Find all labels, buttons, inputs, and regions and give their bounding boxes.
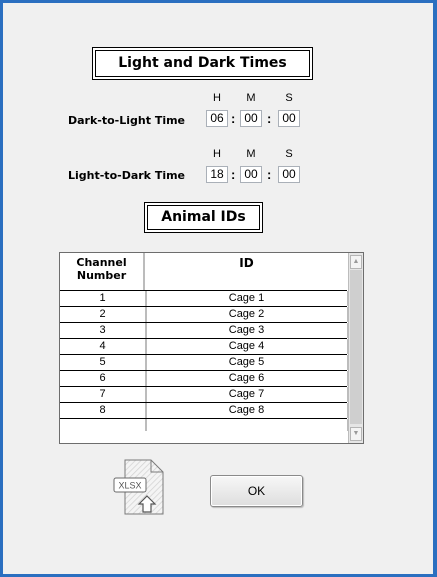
channel-number-cell: 1 <box>60 291 147 306</box>
table-row: 1 Cage 1 <box>60 291 348 307</box>
table-row: 2 Cage 2 <box>60 307 348 323</box>
table-row: 7 Cage 7 <box>60 387 348 403</box>
scroll-thumb[interactable] <box>350 270 362 424</box>
seconds-unit-label: S <box>285 92 293 104</box>
table-row-empty <box>60 419 348 431</box>
xlsx-import-button[interactable]: XLSX <box>111 456 171 518</box>
animal-id-cell[interactable]: Cage 1 <box>146 291 348 306</box>
channel-number-header: Channel Number <box>60 253 145 290</box>
animal-ids-table[interactable]: Channel Number ID 1 Cage 1 2 Cage 2 3 Ca… <box>59 252 364 444</box>
dark-to-light-seconds-field[interactable]: 00 <box>278 110 300 127</box>
animal-id-cell[interactable]: Cage 5 <box>146 355 348 370</box>
hours-unit-label: H <box>213 92 221 104</box>
light-dark-times-title: Light and Dark Times <box>92 47 313 80</box>
table-body: 1 Cage 1 2 Cage 2 3 Cage 3 4 Cage 4 5 Ca… <box>60 291 348 431</box>
animal-id-cell[interactable]: Cage 8 <box>146 403 348 418</box>
light-to-dark-label: Light-to-Dark Time <box>68 169 186 182</box>
dark-to-light-hours-field[interactable]: 06 <box>206 110 228 127</box>
channel-header-line2: Number <box>76 269 127 282</box>
time-separator: : <box>267 167 272 182</box>
table-row: 5 Cage 5 <box>60 355 348 371</box>
animal-id-cell[interactable]: Cage 4 <box>146 339 348 354</box>
channel-number-cell: 7 <box>60 387 147 402</box>
animal-id-cell[interactable]: Cage 2 <box>146 307 348 322</box>
xlsx-label: XLSX <box>118 481 141 491</box>
animal-ids-title: Animal IDs <box>144 202 263 233</box>
table-row: 6 Cage 6 <box>60 371 348 387</box>
table-row: 3 Cage 3 <box>60 323 348 339</box>
channel-header-line1: Channel <box>76 256 127 269</box>
ok-button[interactable]: OK <box>210 475 303 507</box>
table-row: 4 Cage 4 <box>60 339 348 355</box>
channel-number-cell: 4 <box>60 339 147 354</box>
seconds-unit-label: S <box>285 148 293 160</box>
minutes-unit-label: M <box>246 148 256 160</box>
channel-number-cell: 2 <box>60 307 147 322</box>
light-to-dark-seconds-field[interactable]: 00 <box>278 166 300 183</box>
channel-number-cell: 3 <box>60 323 147 338</box>
channel-number-cell: 5 <box>60 355 147 370</box>
id-header: ID <box>239 256 254 270</box>
channel-number-cell: 6 <box>60 371 147 386</box>
scroll-down-arrow-icon[interactable]: ▼ <box>350 427 362 441</box>
time-separator: : <box>231 111 236 126</box>
dark-to-light-minutes-field[interactable]: 00 <box>240 110 262 127</box>
table-row: 8 Cage 8 <box>60 403 348 419</box>
animal-id-cell[interactable] <box>146 419 348 431</box>
xlsx-file-import-icon: XLSX <box>113 459 164 515</box>
time-separator: : <box>267 111 272 126</box>
table-scrollbar[interactable]: ▲ ▼ <box>348 253 363 443</box>
light-to-dark-hours-field[interactable]: 18 <box>206 166 228 183</box>
light-to-dark-minutes-field[interactable]: 00 <box>240 166 262 183</box>
table-header: Channel Number ID <box>60 253 347 291</box>
dialog-window: Light and Dark Times H M S Dark-to-Light… <box>0 0 437 577</box>
scroll-up-arrow-icon[interactable]: ▲ <box>350 255 362 269</box>
animal-id-cell[interactable]: Cage 6 <box>146 371 348 386</box>
animal-id-cell[interactable]: Cage 7 <box>146 387 348 402</box>
time-separator: : <box>231 167 236 182</box>
hours-unit-label: H <box>213 148 221 160</box>
minutes-unit-label: M <box>246 92 256 104</box>
dark-to-light-label: Dark-to-Light Time <box>68 114 186 127</box>
channel-number-cell: 8 <box>60 403 147 418</box>
animal-id-cell[interactable]: Cage 3 <box>146 323 348 338</box>
channel-number-cell <box>60 419 147 431</box>
